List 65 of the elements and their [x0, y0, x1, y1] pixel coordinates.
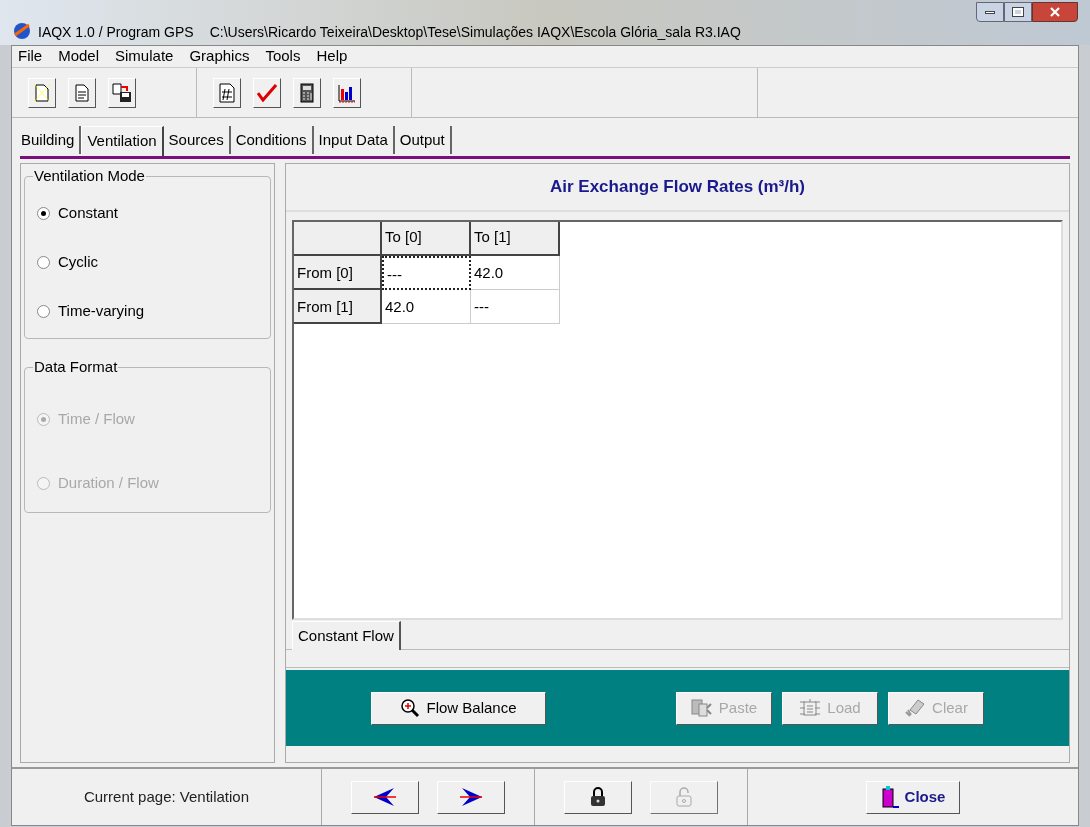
close-window-button[interactable] — [1032, 2, 1078, 22]
bar-chart-icon — [337, 82, 357, 103]
maximize-button[interactable] — [1004, 2, 1032, 22]
tab[interactable]: Constant Flow — [292, 621, 401, 650]
hash-document-icon — [218, 82, 236, 103]
nav-button[interactable] — [351, 780, 419, 814]
radio-label: Constant — [58, 203, 119, 224]
tab[interactable]: Conditions — [230, 126, 314, 154]
minimize-button[interactable] — [976, 2, 1004, 22]
tab[interactable]: Sources — [163, 126, 231, 154]
radio-button[interactable] — [37, 305, 50, 318]
toolbar-button[interactable] — [253, 77, 281, 108]
status-text: Current page: Ventilation — [83, 786, 250, 807]
toolbar-button[interactable] — [333, 77, 361, 108]
toolbar-button[interactable] — [108, 77, 136, 108]
open-padlock-icon — [676, 787, 692, 807]
tab[interactable]: Output — [394, 126, 452, 154]
app-logo-icon — [12, 21, 32, 41]
action-button[interactable]: Flow Balance — [371, 691, 546, 725]
menu-item[interactable]: Help — [316, 45, 348, 68]
clipboard-icon — [690, 698, 713, 718]
radio-label: Time / Flow — [58, 408, 135, 429]
table-cell[interactable]: --- — [382, 256, 471, 290]
window-title: IAQX 1.0 / Program GPS — [38, 23, 194, 42]
menu-item[interactable]: Model — [58, 45, 100, 68]
tab[interactable]: Ventilation — [81, 126, 164, 156]
nav-button[interactable] — [437, 780, 505, 814]
radio-label: Cyclic — [58, 252, 98, 273]
radio-label: Duration / Flow — [58, 472, 159, 493]
menu-item[interactable]: Simulate — [115, 45, 174, 68]
calculator-icon — [300, 82, 314, 103]
tab[interactable]: Input Data — [313, 126, 395, 154]
table-title: Air Exchange Flow Rates (m³/h) — [286, 164, 1069, 212]
column-header: To [1] — [471, 222, 560, 256]
toolbar-button[interactable] — [293, 77, 321, 108]
radio-button[interactable] — [37, 207, 50, 220]
door-icon — [880, 786, 899, 808]
table-cell[interactable]: --- — [471, 290, 560, 324]
row-header: From [0] — [294, 256, 382, 290]
table-cell[interactable]: 42.0 — [471, 256, 560, 290]
menu-item[interactable]: Graphics — [189, 45, 250, 68]
back-arrow-icon — [372, 787, 398, 807]
checkmark-icon — [257, 83, 277, 102]
save-icon — [112, 82, 132, 103]
toolbar-button[interactable] — [68, 77, 96, 108]
forward-arrow-icon — [458, 787, 484, 807]
toolbar-button[interactable] — [28, 77, 56, 108]
table-cell[interactable]: 42.0 — [382, 290, 471, 324]
document-icon — [74, 83, 90, 102]
file-path: C:\Users\Ricardo Teixeira\Desktop\Tese\Simulações IAQX\Escola Glória_sala R3.IAQ — [209, 23, 741, 42]
magnifier-icon — [400, 698, 421, 718]
padlock-icon — [590, 787, 606, 807]
row-header: From [1] — [294, 290, 382, 324]
load-icon — [799, 698, 822, 718]
close-icon — [1050, 7, 1060, 17]
menu-item[interactable]: Tools — [265, 45, 301, 68]
close-button[interactable]: Close — [866, 780, 960, 814]
toolbar-button[interactable] — [213, 77, 241, 108]
new-file-icon — [34, 83, 50, 102]
nav-button[interactable] — [564, 780, 632, 814]
column-header: To [0] — [382, 222, 471, 256]
radio-label: Time-varying — [58, 301, 145, 322]
eraser-icon — [904, 698, 927, 718]
menu-item[interactable]: File — [18, 45, 43, 68]
radio-button[interactable] — [37, 256, 50, 269]
